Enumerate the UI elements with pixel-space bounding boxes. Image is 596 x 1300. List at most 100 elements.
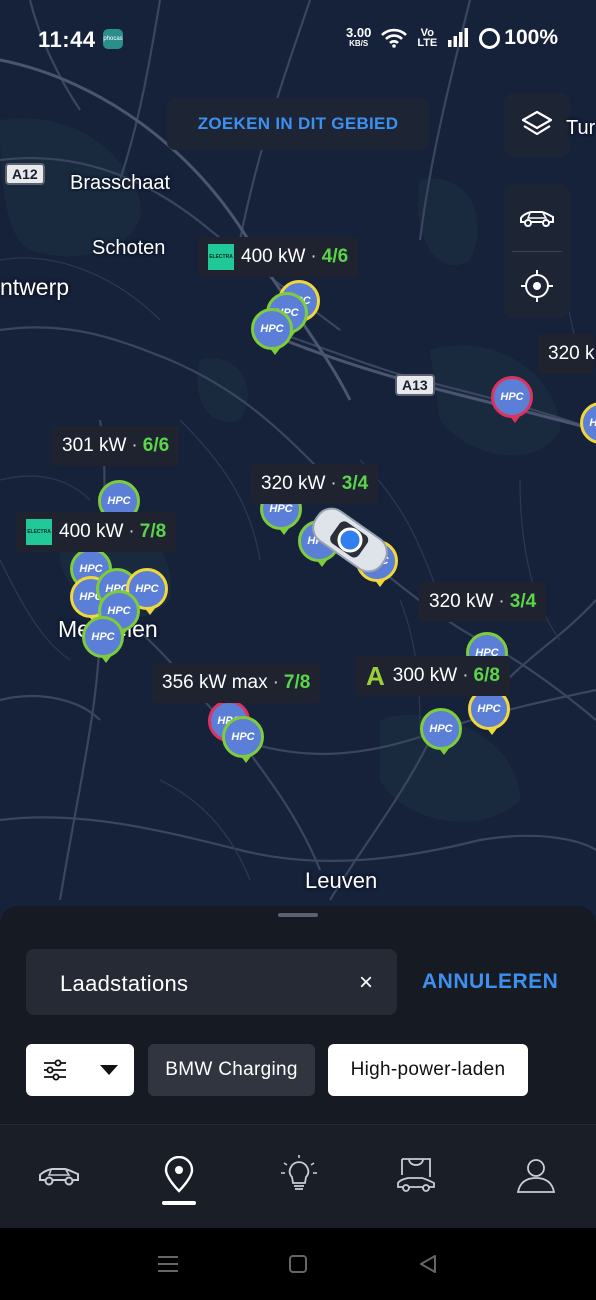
road-shield-a13: A13	[395, 374, 435, 396]
separator-dot: ·	[330, 473, 337, 494]
place-label-brasschaat: Brasschaat	[70, 172, 171, 194]
tab-shop[interactable]	[394, 1153, 438, 1197]
search-this-area-button[interactable]: ZOEKEN IN DIT GEBIED	[167, 98, 429, 150]
layers-icon	[521, 110, 553, 136]
pin-label: HPC	[107, 495, 131, 507]
map-layers-button[interactable]	[504, 93, 570, 157]
profile-icon	[516, 1159, 556, 1193]
active-tab-indicator	[162, 1201, 196, 1205]
station-availability: 7/8	[283, 672, 311, 693]
recent-apps-button[interactable]	[156, 1252, 180, 1276]
charging-pin[interactable]: HPC	[82, 616, 124, 663]
station-power: 320 k	[548, 343, 595, 364]
place-label-schoten: Schoten	[92, 237, 166, 259]
tab-bar	[0, 1124, 596, 1228]
station-power: 301 kW	[62, 435, 127, 456]
clear-search-icon[interactable]: ×	[359, 969, 373, 997]
separator-dot: ·	[272, 672, 279, 693]
separator-dot: ·	[498, 591, 505, 612]
station-power: 320 kW	[429, 591, 494, 612]
car-icon	[520, 210, 554, 227]
place-label-antwerp: ntwerp	[0, 274, 70, 300]
status-time: 11:44	[38, 27, 96, 52]
status-bar: 11:44 phocas 3.00 KB/S Vo LTE 100%	[0, 0, 596, 78]
road-shield-a12: A12	[5, 163, 45, 185]
place-label-turnhout: Tur	[566, 117, 596, 139]
map-pin-icon	[164, 1156, 194, 1193]
home-icon	[289, 1255, 307, 1273]
bmw-charging-chip[interactable]: BMW Charging	[148, 1044, 315, 1096]
battery-icon	[479, 27, 501, 49]
vehicle-location-marker[interactable]	[300, 500, 400, 580]
station-pill[interactable]: 320 k	[538, 334, 595, 374]
wifi-icon	[381, 28, 408, 48]
station-power: 400 kW	[241, 246, 306, 267]
back-button[interactable]	[416, 1252, 440, 1276]
operator-a-logo: A	[366, 660, 385, 691]
station-power: 356 kW max	[162, 672, 268, 693]
electra-logo: ELECTRA	[26, 519, 52, 545]
filter-settings-button[interactable]	[26, 1044, 134, 1096]
station-pill[interactable]: ELECTRA 400 kW · 4/6	[198, 237, 359, 277]
station-availability: 6/8	[473, 665, 500, 686]
sheet-grabber[interactable]	[278, 913, 318, 917]
station-pill[interactable]: 356 kW max · 7/8	[152, 663, 321, 703]
charging-pin[interactable]: HPC	[491, 376, 533, 423]
map-control-group	[504, 184, 570, 318]
separator-dot: ·	[128, 521, 135, 542]
separator-dot: ·	[131, 435, 138, 456]
station-pill[interactable]: 301 kW · 6/6	[52, 426, 180, 466]
charging-pin[interactable]: HPC	[222, 716, 264, 763]
station-power: 400 kW	[59, 521, 124, 542]
high-power-charging-chip[interactable]: High-power-laden	[328, 1044, 528, 1096]
pin-label: HPC	[91, 631, 115, 643]
pin-label: HPC	[107, 605, 131, 617]
search-input-value[interactable]: Laadstations	[60, 971, 188, 997]
tab-vehicle[interactable]	[37, 1153, 81, 1197]
tab-profile[interactable]	[514, 1153, 558, 1197]
system-navigation-bar	[0, 1228, 596, 1300]
station-pill[interactable]: 320 kW · 3/4	[419, 582, 547, 622]
station-availability: 6/6	[142, 435, 170, 456]
pin-label: HPC	[477, 703, 501, 715]
station-availability: 3/4	[341, 473, 369, 494]
separator-dot: ·	[462, 665, 469, 686]
station-pill[interactable]: ELECTRA 400 kW · 7/8	[16, 512, 177, 552]
network-speed-unit: KB/S	[349, 39, 369, 48]
cancel-button[interactable]: ANNULEREN	[422, 970, 558, 994]
sliders-icon	[43, 1059, 66, 1081]
home-button[interactable]	[286, 1252, 310, 1276]
pin-label: HPC	[260, 323, 284, 335]
battery-percentage: 100%	[504, 26, 558, 49]
station-power: 300 kW	[392, 665, 458, 686]
tab-tips[interactable]	[277, 1153, 321, 1197]
recents-icon	[158, 1256, 178, 1272]
chevron-down-icon	[99, 1065, 118, 1075]
my-location-button[interactable]	[504, 252, 570, 319]
pin-label: HPC	[135, 583, 159, 595]
lightbulb-icon	[281, 1155, 317, 1190]
pin-label: HPC	[429, 723, 453, 735]
station-availability: 4/6	[321, 246, 349, 267]
network-speed: 3.00 KB/S	[346, 26, 371, 49]
pin-label: HPC	[589, 417, 596, 429]
volte-indicator: Vo LTE	[417, 28, 438, 49]
volte-bottom-label: LTE	[417, 37, 438, 49]
pin-label: HPC	[269, 503, 293, 515]
show-vehicle-button[interactable]	[504, 184, 570, 251]
status-indicators: 3.00 KB/S Vo LTE 100%	[346, 26, 558, 50]
charging-pin[interactable]: HPC	[251, 308, 293, 355]
station-pill[interactable]: A 300 kW · 6/8	[356, 656, 510, 696]
search-field[interactable]: Laadstations ×	[26, 949, 397, 1015]
charging-pin[interactable]: HPC	[420, 708, 462, 755]
place-label-leuven: Leuven	[305, 868, 378, 893]
station-pill[interactable]: 320 kW · 3/4	[251, 464, 379, 504]
signal-icon	[448, 28, 469, 47]
electra-logo: ELECTRA	[208, 244, 234, 270]
station-availability: 7/8	[139, 521, 167, 542]
pin-label: HPC	[231, 731, 255, 743]
map-view[interactable]: 11:44 phocas 3.00 KB/S Vo LTE 100% ZOEKE…	[0, 0, 596, 930]
vehicle-icon	[39, 1168, 79, 1186]
crosshair-icon	[521, 269, 553, 302]
tab-map[interactable]	[157, 1153, 201, 1197]
